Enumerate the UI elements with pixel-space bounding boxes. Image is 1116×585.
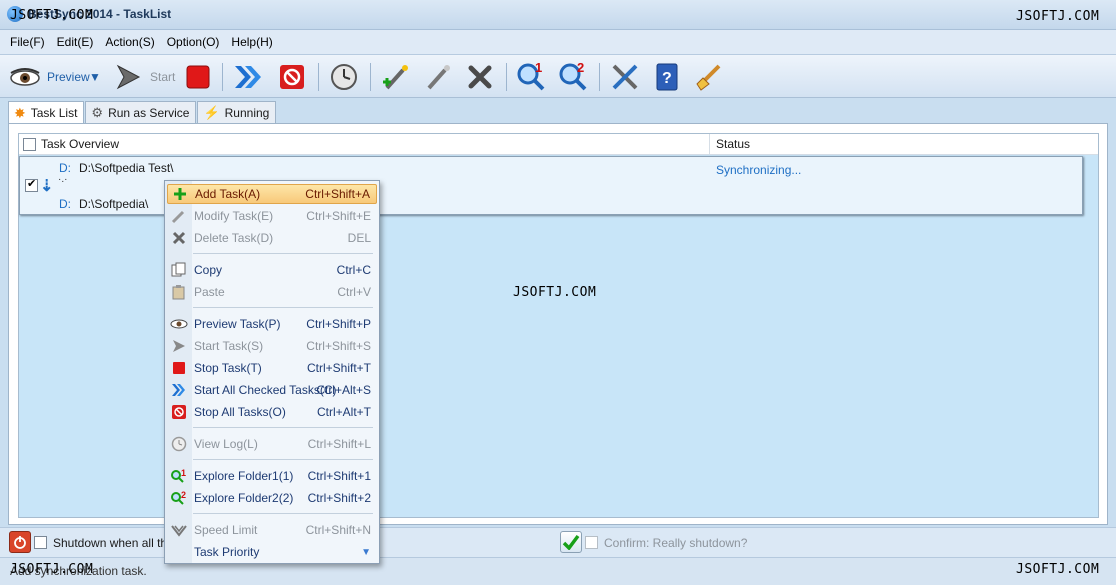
menu-speed-limit[interactable]: Speed Limit Ctrl+Shift+N <box>167 520 377 540</box>
watermark-top-left: JSOFTJ.COM <box>10 8 94 23</box>
menu-modify-task[interactable]: Modify Task(E) Ctrl+Shift+E <box>167 206 377 226</box>
menu-stop-all-tasks[interactable]: Stop All Tasks(O) Ctrl+Alt+T <box>167 402 377 422</box>
dest-drive: D: <box>59 197 71 211</box>
preview-button[interactable]: Preview <box>47 70 90 84</box>
explore-folder2-icon: 2 <box>167 488 191 508</box>
col-task-overview[interactable]: Task Overview <box>41 137 119 151</box>
menu-start-task[interactable]: Start Task(S) Ctrl+Shift+S <box>167 336 377 356</box>
confirm-checkbox[interactable] <box>585 536 598 549</box>
watermark-top-right: JSOFTJ.COM <box>1016 9 1100 24</box>
confirm-label: Confirm: Really shutdown? <box>604 536 748 550</box>
add-task-icon[interactable] <box>380 61 412 93</box>
svg-text:2: 2 <box>181 490 186 500</box>
preview-dropdown-icon[interactable]: ▼ <box>89 70 101 84</box>
stop-icon <box>167 358 191 378</box>
menu-action[interactable]: Action(S) <box>101 35 162 49</box>
menu-task-priority[interactable]: Task Priority ▼ <box>167 542 377 562</box>
menu-view-log[interactable]: View Log(L) Ctrl+Shift+L <box>167 434 377 454</box>
view-log-icon[interactable] <box>328 61 360 93</box>
stop-icon[interactable] <box>182 61 214 93</box>
task-status: Synchronizing... <box>716 163 802 177</box>
menu-explore-folder1[interactable]: 1 Explore Folder1(1) Ctrl+Shift+1 <box>167 466 377 486</box>
svg-text:2: 2 <box>577 61 584 75</box>
svg-text:1: 1 <box>181 468 186 478</box>
select-all-checkbox[interactable] <box>23 138 36 151</box>
menu-help[interactable]: Help(H) <box>227 35 280 49</box>
toolbar: Preview ▼ Start 1 2 ? <box>0 54 1116 98</box>
copy-icon <box>167 260 191 280</box>
menu-explore-folder2[interactable]: 2 Explore Folder2(2) Ctrl+Shift+2 <box>167 488 377 508</box>
tab-strip: ✸ Task List ⚙ Run as Service ⚡ Running <box>8 101 277 124</box>
col-status[interactable]: Status <box>716 137 750 151</box>
tab-run-as-service[interactable]: ⚙ Run as Service <box>85 101 197 123</box>
menu-stop-task[interactable]: Stop Task(T) Ctrl+Shift+T <box>167 358 377 378</box>
settings-icon[interactable] <box>609 61 641 93</box>
menu-preview-task[interactable]: Preview Task(P) Ctrl+Shift+P <box>167 314 377 334</box>
svg-text:1: 1 <box>535 61 542 75</box>
speed-limit-icon <box>167 520 191 540</box>
clean-icon[interactable] <box>692 61 724 93</box>
start-button[interactable]: Start <box>150 70 175 84</box>
menu-add-task[interactable]: Add Task(A) Ctrl+Shift+A <box>167 184 377 204</box>
menu-copy[interactable]: Copy Ctrl+C <box>167 260 377 280</box>
delete-task-icon <box>167 228 191 248</box>
shutdown-checkbox[interactable] <box>34 536 47 549</box>
tab-running[interactable]: ⚡ Running <box>197 101 277 123</box>
start-icon[interactable] <box>112 61 144 93</box>
menu-file[interactable]: File(F) <box>6 35 53 49</box>
menu-edit[interactable]: Edit(E) <box>53 35 102 49</box>
watermark-bottom-right: JSOFTJ.COM <box>1016 562 1100 577</box>
stop-all-icon <box>167 402 191 422</box>
menu-start-all-checked[interactable]: Start All Checked Tasks(C) Ctrl+Alt+S <box>167 380 377 400</box>
menu-delete-task[interactable]: Delete Task(D) DEL <box>167 228 377 248</box>
sync-direction-icon: ⇣ <box>40 178 54 195</box>
menu-paste[interactable]: Paste Ctrl+V <box>167 282 377 302</box>
tab-label: Run as Service <box>108 105 190 120</box>
modify-task-icon <box>167 206 191 226</box>
start-icon <box>167 336 191 356</box>
star-icon: ✸ <box>14 104 26 121</box>
start-all-icon[interactable] <box>232 61 264 93</box>
context-menu: Add Task(A) Ctrl+Shift+A Modify Task(E) … <box>164 180 380 564</box>
watermark-bottom-left: JSOFTJ.COM <box>10 562 94 577</box>
explore-folder2-icon[interactable]: 2 <box>557 61 589 93</box>
modify-task-icon[interactable] <box>422 61 454 93</box>
shutdown-icon[interactable] <box>9 531 31 553</box>
confirm-icon[interactable] <box>560 531 582 553</box>
stop-all-icon[interactable] <box>276 61 308 93</box>
help-icon[interactable]: ? <box>651 61 683 93</box>
task-checkbox[interactable] <box>25 177 38 192</box>
title-bar: BestSync 2014 - TaskList JSOFTJ.COM JSOF… <box>0 0 1116 30</box>
view-log-icon <box>167 434 191 454</box>
delete-task-icon[interactable] <box>464 61 496 93</box>
svg-text:?: ? <box>662 70 672 87</box>
source-path: D:\Softpedia Test\ <box>79 161 174 175</box>
add-task-icon <box>168 184 192 204</box>
tab-label: Running <box>224 105 270 120</box>
menu-bar: File(F) Edit(E) Action(S) Option(O) Help… <box>0 30 1116 54</box>
eye-icon[interactable] <box>8 61 42 93</box>
tab-task-list[interactable]: ✸ Task List <box>8 101 85 124</box>
source-drive: D: <box>59 161 71 175</box>
tab-label: Task List <box>30 106 78 120</box>
submenu-arrow-icon: ▼ <box>361 546 371 558</box>
watermark-center: JSOFTJ.COM <box>513 285 597 300</box>
lightning-icon: ⚡ <box>203 104 220 120</box>
dest-path: D:\Softpedia\ <box>79 197 149 211</box>
menu-option[interactable]: Option(O) <box>163 35 228 49</box>
eye-icon <box>167 314 191 334</box>
gear-icon: ⚙ <box>91 104 104 120</box>
progress-dots: ·.· <box>58 174 68 185</box>
grid-header: Task Overview Status <box>19 134 1098 155</box>
start-all-icon <box>167 380 191 400</box>
shutdown-label: Shutdown when all the t <box>53 536 181 550</box>
explore-folder1-icon[interactable]: 1 <box>515 61 547 93</box>
paste-icon <box>167 282 191 302</box>
explore-folder1-icon: 1 <box>167 466 191 486</box>
